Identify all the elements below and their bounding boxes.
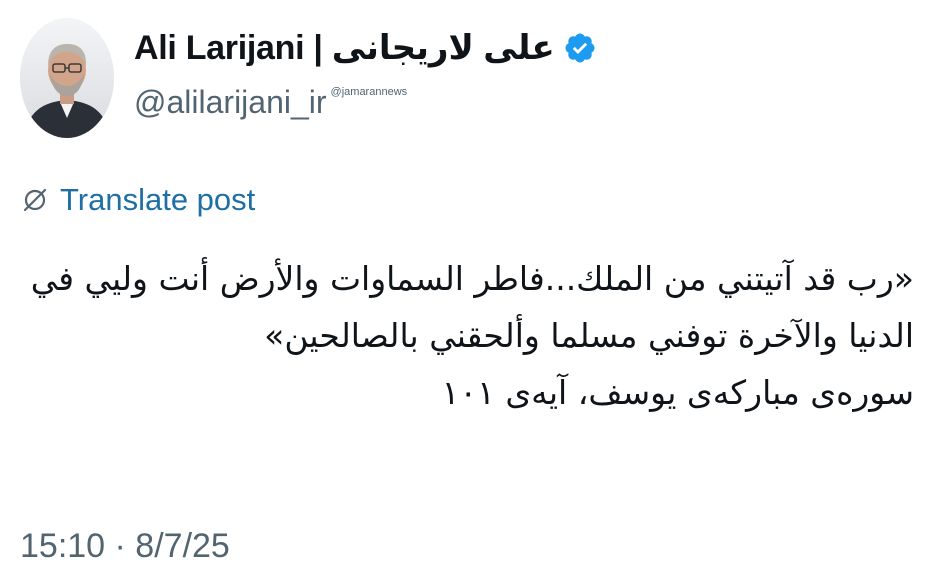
post-timestamp[interactable]: 15:10 · 8/7/25 [20,526,230,566]
post-text: «رب قد آتيتني من الملك...فاطر السماوات و… [24,250,914,421]
globe-slash-icon [20,185,50,215]
author-handle-row: @alilarijani_ir @jamarannews [134,80,407,124]
translate-post-link[interactable]: Translate post [20,182,255,218]
author-name-row[interactable]: Ali Larijani | علی لاریجانی [134,24,597,72]
avatar-photo [20,18,114,138]
verified-badge-icon [563,31,597,65]
watermark-text: @jamarannews [330,86,408,98]
author-display-name[interactable]: Ali Larijani | علی لاریجانی [134,28,555,68]
post-text-line: سوره‌ی مبارکه‌ی یوسف، آیه‌ی ۱۰۱ [441,373,914,412]
author-handle[interactable]: @alilarijani_ir [134,80,327,124]
author-avatar[interactable] [20,18,114,138]
translate-post-label[interactable]: Translate post [60,182,255,218]
post-text-line: «رب قد آتيتني من الملك...فاطر السماوات و… [30,259,914,298]
post-text-line: الدنيا والآخرة توفني مسلما وألحقني بالصا… [264,316,914,355]
